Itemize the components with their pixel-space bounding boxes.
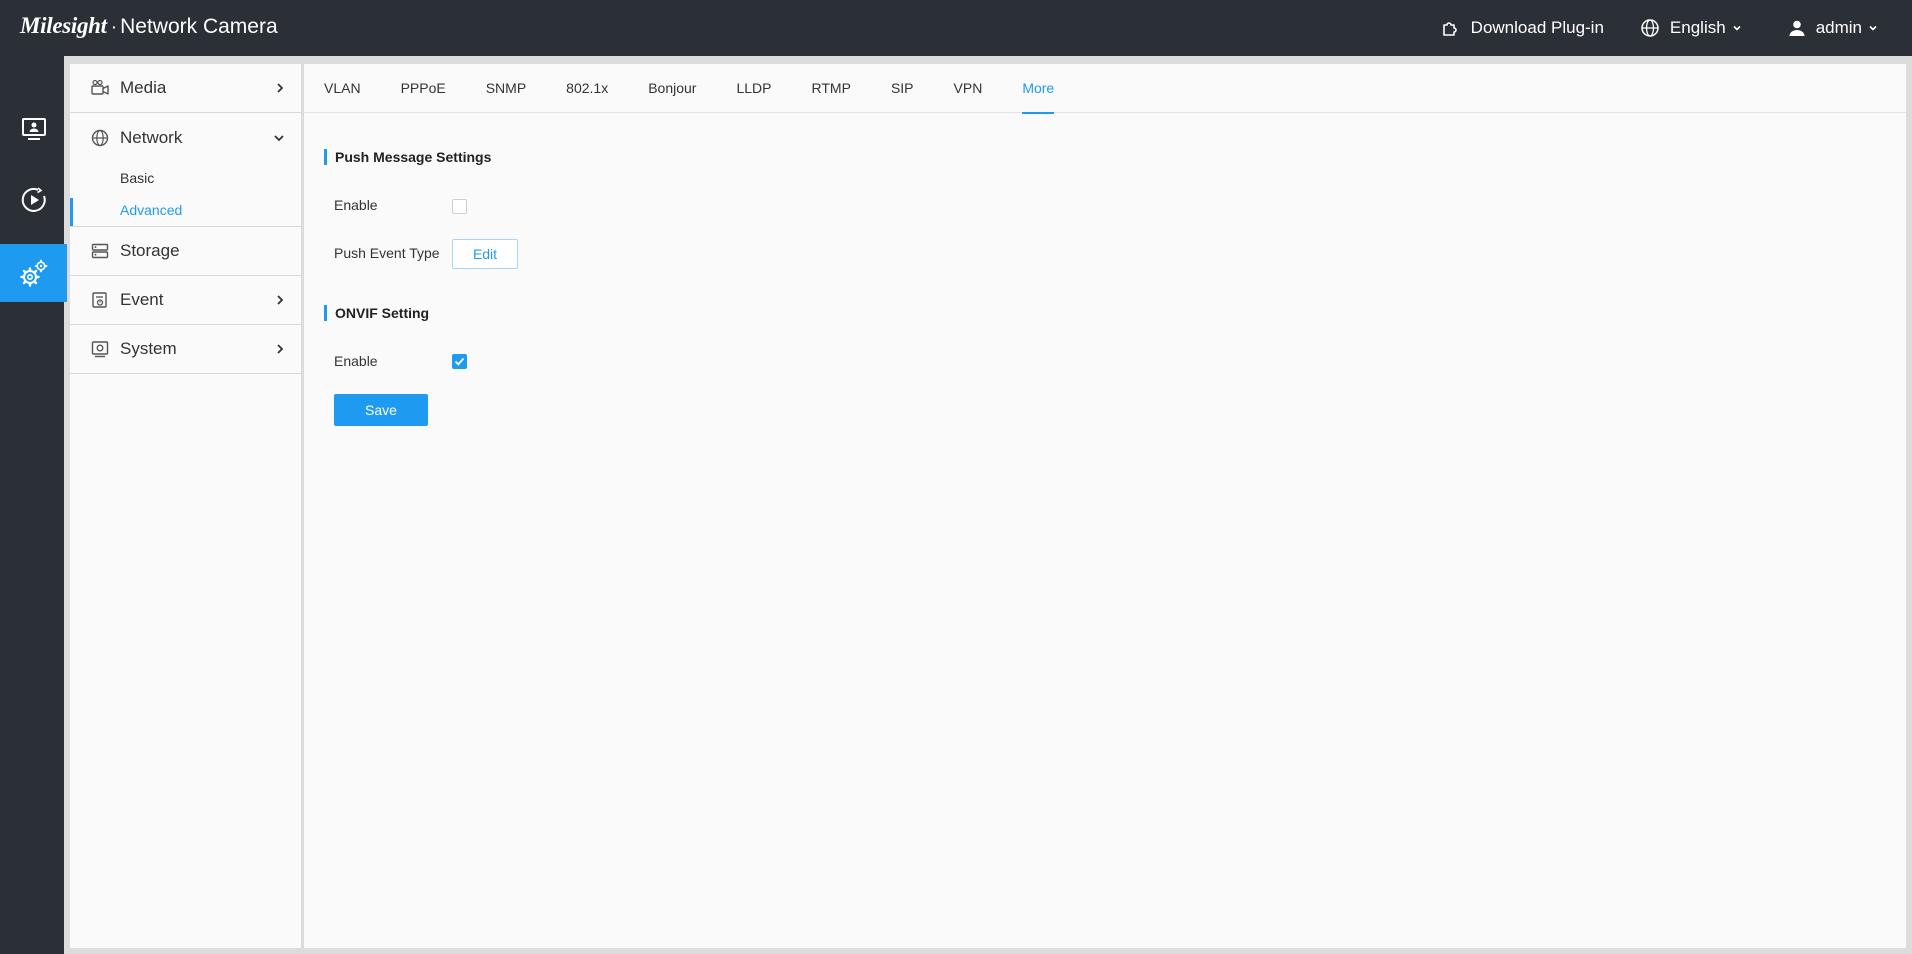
chevron-down-icon (1869, 25, 1877, 31)
download-plugin-label: Download Plug-in (1470, 18, 1604, 37)
chevron-right-icon (277, 83, 284, 93)
tab-bonjour[interactable]: Bonjour (648, 64, 696, 113)
download-plugin-button[interactable]: Download Plug-in (1441, 18, 1604, 38)
system-icon (90, 339, 110, 359)
tab-802-1x[interactable]: 802.1x (566, 64, 608, 113)
sidebar-item-event[interactable]: Event (70, 276, 301, 325)
rail-settings[interactable] (0, 244, 67, 302)
storage-icon (90, 241, 110, 261)
chevron-down-icon (274, 134, 284, 141)
globe-icon (90, 128, 110, 148)
icon-rail (0, 56, 67, 954)
checkmark-icon (454, 357, 465, 366)
tab-vlan[interactable]: VLAN (324, 64, 361, 113)
push-enable-checkbox[interactable] (452, 199, 467, 214)
chevron-down-icon (1733, 25, 1741, 31)
tab-snmp[interactable]: SNMP (486, 64, 526, 113)
push-message-section-title: Push Message Settings (324, 149, 491, 165)
tab-vpn[interactable]: VPN (954, 64, 983, 113)
save-button[interactable]: Save (334, 394, 428, 426)
chevron-right-icon (277, 295, 284, 305)
top-actions: Download Plug-in English admin (1405, 0, 1888, 56)
sidebar-item-label: Network (120, 127, 183, 147)
user-icon (1789, 20, 1805, 36)
main-content: VLAN PPPoE SNMP 802.1x Bonjour LLDP RTMP… (304, 64, 1906, 948)
language-dropdown[interactable]: English (1640, 18, 1752, 38)
push-event-type-label: Push Event Type (334, 245, 440, 261)
puzzle-icon (1442, 22, 1457, 36)
tab-sip[interactable]: SIP (891, 64, 914, 113)
tab-pppoe[interactable]: PPPoE (401, 64, 446, 113)
play-circle-icon (21, 187, 46, 212)
onvif-enable-label: Enable (334, 353, 378, 369)
sidebar-item-system[interactable]: System (70, 325, 301, 374)
sidebar-item-label: Storage (120, 241, 180, 260)
tab-more[interactable]: More (1022, 64, 1054, 114)
tab-bar: VLAN PPPoE SNMP 802.1x Bonjour LLDP RTMP… (304, 64, 1906, 114)
sidebar-subitem-basic[interactable]: Basic (70, 162, 301, 194)
event-icon (90, 290, 110, 310)
gear-icon (19, 259, 47, 287)
tab-rtmp[interactable]: RTMP (812, 64, 851, 113)
onvif-section-title: ONVIF Setting (324, 305, 429, 321)
user-label: admin (1815, 18, 1862, 37)
globe-icon (1641, 19, 1659, 37)
rail-playback[interactable] (0, 171, 67, 229)
app-title: Network Camera (120, 15, 278, 38)
sidebar-item-label: Event (120, 290, 164, 309)
brand-logo: Milesight (20, 13, 107, 38)
sidebar-group-network: Network Basic Advanced (70, 113, 301, 227)
tab-lldp[interactable]: LLDP (736, 64, 771, 113)
chevron-right-icon (277, 344, 284, 354)
rail-live-view[interactable] (0, 100, 67, 158)
push-event-type-edit-button[interactable]: Edit (452, 239, 518, 269)
sidebar-item-media[interactable]: Media (70, 64, 301, 113)
brand: Milesight · Network Camera (20, 13, 278, 39)
sidebar-item-storage[interactable]: Storage (70, 227, 301, 276)
sidebar-item-label: System (120, 339, 177, 358)
monitor-icon (21, 118, 46, 140)
sidebar-subitem-advanced[interactable]: Advanced (70, 194, 301, 226)
settings-sidebar: Media Network Basic Advanced Storage Eve… (70, 64, 302, 948)
sidebar-item-label: Media (120, 78, 167, 97)
camera-icon (90, 78, 110, 98)
language-label: English (1669, 18, 1726, 37)
sidebar-item-network[interactable]: Network (70, 113, 301, 162)
onvif-enable-checkbox[interactable] (452, 354, 467, 369)
user-dropdown[interactable]: admin (1788, 18, 1888, 38)
brand-separator: · (110, 17, 118, 38)
push-enable-label: Enable (334, 197, 378, 213)
top-bar: Milesight · Network Camera Download Plug… (0, 0, 1912, 56)
